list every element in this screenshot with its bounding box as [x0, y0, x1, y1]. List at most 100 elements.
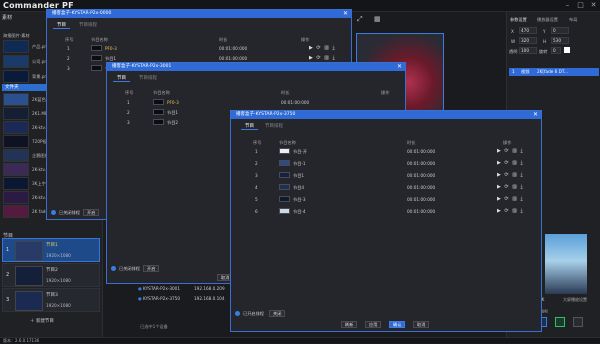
- layer-row[interactable]: 1 视频 2K[fade 6 DT...: [509, 68, 599, 76]
- row-actions[interactable]: ▶ ⟳ ▥ ⤓: [309, 45, 336, 51]
- row-index: 1: [127, 100, 130, 105]
- row-name: PF0-3: [167, 100, 179, 105]
- device-row[interactable]: ● KYSTAR-P2x-3750: [138, 296, 180, 301]
- pos-x-field[interactable]: 470: [519, 27, 537, 34]
- row-index: 4: [255, 185, 258, 190]
- pos-y-label: Y: [543, 29, 546, 34]
- col-header: 操作: [301, 37, 310, 42]
- row-thumb: [279, 160, 290, 166]
- asset-thumb[interactable]: [3, 135, 29, 148]
- row-thumb: [153, 99, 164, 105]
- row-name: 节目1: [293, 173, 305, 178]
- col-header: 序号: [125, 90, 134, 95]
- status-bar: 版本：2.6.0.17136: [0, 337, 600, 343]
- dialog-box-3750: 播客盒子-KYSTAR-P2x-3750 ✕ 节目 节目排程 序号 节目名称 时…: [230, 110, 542, 332]
- rotate-field[interactable]: 0: [551, 47, 561, 54]
- minimize-icon[interactable]: –: [563, 1, 572, 10]
- row-index: 2: [255, 161, 258, 166]
- row-index: 3: [67, 66, 70, 71]
- new-program-button[interactable]: ＋ 新建节目: [30, 318, 54, 324]
- row-actions[interactable]: ▶ ⟳ ▥ ⤓: [497, 196, 524, 202]
- row-index: 2: [67, 56, 70, 61]
- row-thumb: [279, 196, 290, 202]
- asset-category[interactable]: 海报图片-素材: [3, 33, 30, 39]
- version-label: 版本：2.6.0.17136: [3, 338, 40, 343]
- program-item[interactable]: 3 节目3 1920×1080: [2, 288, 100, 312]
- row-actions[interactable]: ▶ ⟳ ▥ ⤓: [497, 184, 524, 190]
- height-label: H: [543, 39, 547, 44]
- pos-y-field[interactable]: 0: [551, 27, 569, 34]
- tab-player[interactable]: 播放器设置: [537, 17, 558, 23]
- tab-schedule[interactable]: 节目排程: [261, 123, 287, 130]
- confirm-button[interactable]: 确认: [389, 321, 406, 328]
- rotate-label: 旋转: [539, 49, 548, 54]
- tab-params[interactable]: 参数设置: [510, 17, 527, 23]
- asset-thumb[interactable]: [3, 55, 29, 68]
- output-icon[interactable]: [555, 317, 565, 327]
- col-header: 序号: [65, 37, 74, 42]
- cancel-button[interactable]: 取消: [413, 321, 430, 328]
- fullscreen-icon[interactable]: ⤢: [357, 15, 363, 24]
- asset-thumb[interactable]: [3, 121, 29, 134]
- asset-thumb[interactable]: [3, 191, 29, 204]
- tab-programs[interactable]: 节目: [241, 123, 258, 130]
- schedule-indicator: [51, 210, 56, 215]
- row-duration: 00:01:00:000: [407, 197, 436, 202]
- program-item[interactable]: 2 节目2 1920×1080: [2, 263, 100, 287]
- asset-thumb[interactable]: [3, 149, 29, 162]
- lock-checkbox[interactable]: [564, 47, 570, 53]
- row-actions[interactable]: ▶ ⟳ ▥ ⤓: [497, 148, 524, 154]
- schedule-toggle-button[interactable]: 关闭: [269, 310, 286, 317]
- close-icon[interactable]: ✕: [589, 1, 598, 10]
- close-icon[interactable]: ✕: [533, 111, 538, 119]
- width-field[interactable]: 320: [519, 37, 537, 44]
- dialog-title: 播客盒子-KYSTAR-P2x-3001: [107, 63, 405, 71]
- height-field[interactable]: 530: [551, 37, 569, 44]
- row-duration: 00:01:00:000: [219, 56, 248, 61]
- tab-schedule[interactable]: 节目排程: [135, 75, 161, 82]
- asset-thumb[interactable]: [3, 163, 29, 176]
- row-actions[interactable]: ▶ ⟳ ▥ ⤓: [497, 208, 524, 214]
- schedule-toggle-button[interactable]: 开启: [143, 265, 160, 272]
- maximize-icon[interactable]: □: [576, 1, 585, 10]
- program-thumb: [15, 291, 43, 311]
- tab-layout[interactable]: 布局: [569, 17, 577, 23]
- close-icon[interactable]: ✕: [397, 63, 402, 71]
- row-duration: 00:01:00:000: [281, 100, 310, 105]
- asset-thumb[interactable]: [3, 93, 29, 106]
- stage-info: 大屏播放设置: [563, 297, 587, 302]
- asset-thumb[interactable]: [3, 205, 29, 218]
- row-actions[interactable]: ▶ ⟳ ▥ ⤓: [309, 55, 336, 61]
- row-actions[interactable]: ▶ ⟳ ▥ ⤓: [497, 160, 524, 166]
- program-thumb: [15, 266, 43, 286]
- row-actions[interactable]: ▶ ⟳ ▥ ⤓: [497, 172, 524, 178]
- pos-x-label: X: [511, 29, 514, 34]
- tab-schedule[interactable]: 节目排程: [75, 22, 101, 29]
- device-row[interactable]: ● KYSTAR-P2x-3001: [138, 286, 180, 291]
- asset-thumb[interactable]: [3, 40, 29, 53]
- row-index: 5: [255, 197, 258, 202]
- refresh-button[interactable]: 刷新: [341, 321, 358, 328]
- asset-thumb[interactable]: [3, 70, 29, 83]
- col-header: 操作: [503, 140, 512, 145]
- program-item[interactable]: 1 节目1 1920×1080: [2, 238, 100, 262]
- row-name: 节目-4: [293, 209, 306, 214]
- asset-thumb[interactable]: [3, 107, 29, 120]
- col-header: 操作: [381, 90, 390, 95]
- row-duration: 00:01:00:000: [407, 185, 436, 190]
- row-name: 节目-开: [293, 149, 308, 154]
- settings-icon[interactable]: [573, 317, 583, 327]
- grid-icon[interactable]: ▦: [374, 15, 381, 23]
- row-thumb: [153, 109, 164, 115]
- asset-thumb[interactable]: [3, 177, 29, 190]
- schedule-toggle-button[interactable]: 开启: [83, 209, 100, 216]
- tab-programs[interactable]: 节目: [113, 75, 130, 82]
- schedule-indicator: [235, 311, 240, 316]
- apply-button[interactable]: 应用: [365, 321, 382, 328]
- col-header: 节目名称: [91, 37, 108, 42]
- row-name: PF0-3: [105, 46, 117, 51]
- tab-programs[interactable]: 节目: [53, 22, 70, 29]
- row-index: 6: [255, 209, 258, 214]
- opacity-field[interactable]: 100: [519, 47, 537, 54]
- close-icon[interactable]: ✕: [343, 10, 348, 18]
